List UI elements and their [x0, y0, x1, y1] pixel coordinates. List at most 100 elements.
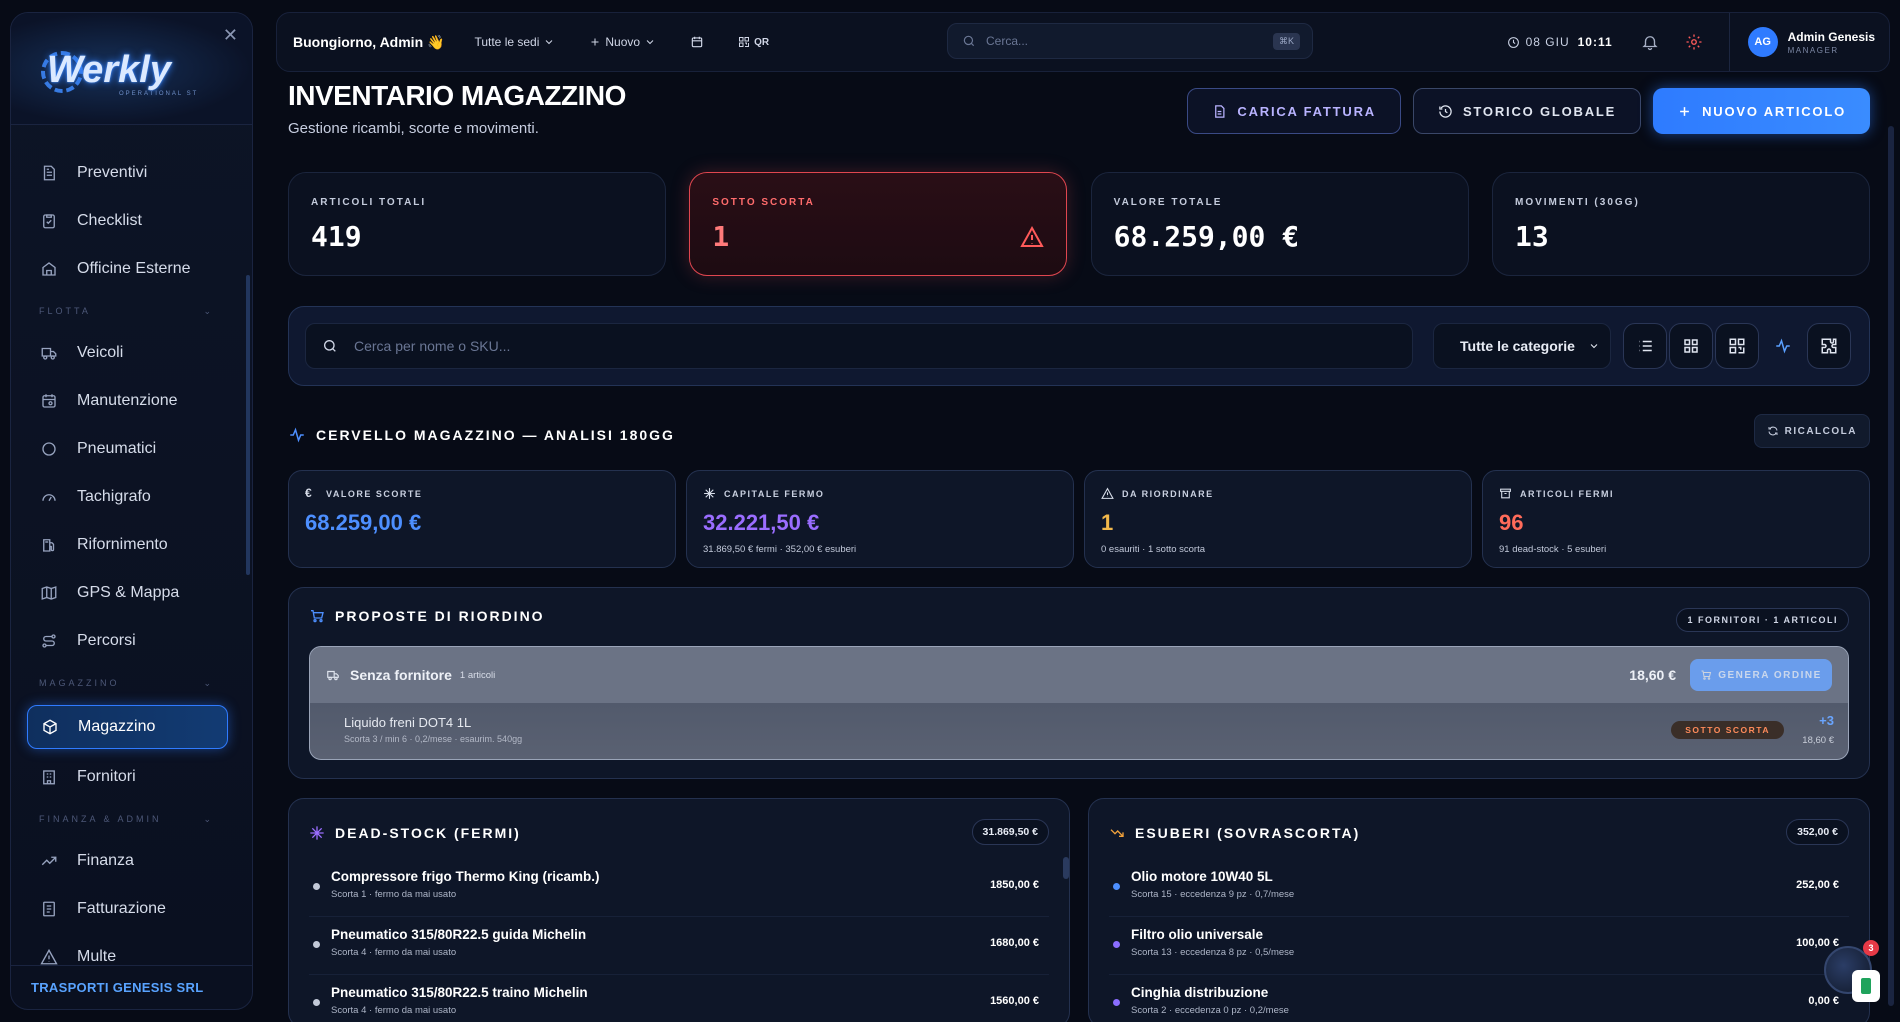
section-finanza[interactable]: FINANZA & ADMIN ⌄: [11, 801, 252, 837]
list-item[interactable]: Olio motore 10W40 5L Scorta 15 · ecceden…: [1109, 859, 1849, 917]
new-item-button[interactable]: NUOVO ARTICOLO: [1653, 88, 1870, 134]
warehouse-brain-header: CERVELLO MAGAZZINO — ANALISI 180GG RICAL…: [288, 414, 1870, 450]
archive-icon: [1500, 488, 1511, 499]
kpi-sub: 31.869,50 € fermi · 352,00 € esuberi: [703, 544, 857, 555]
sidebar-item-magazzino[interactable]: Magazzino: [27, 705, 228, 749]
item-search-input[interactable]: Cerca per nome o SKU...: [305, 323, 1413, 369]
trend-icon: [39, 851, 59, 871]
list-view-button[interactable]: [1623, 323, 1667, 369]
calendar-button[interactable]: [686, 35, 708, 49]
calendar-tool-icon: [39, 391, 59, 411]
close-icon[interactable]: ✕: [223, 25, 238, 46]
plus-icon: [1680, 106, 1689, 116]
kpi-frozen-capital: CAPITALE FERMO 32.221,50 € 31.869,50 € f…: [686, 470, 1074, 568]
topbar: Buongiorno, Admin 👋 Tutte le sedi Nuovo …: [276, 12, 1890, 72]
time-text: 10:11: [1577, 35, 1613, 49]
global-history-button[interactable]: STORICO GLOBALE: [1412, 88, 1642, 134]
sidebar-item-pneumatici[interactable]: Pneumatici: [11, 425, 252, 473]
qr-scan-button[interactable]: [1715, 323, 1759, 369]
sidebar-item-fornitori[interactable]: Fornitori: [11, 753, 252, 801]
stat-low-stock[interactable]: SOTTO SCORTA 1: [689, 172, 1068, 276]
stat-label: ARTICOLI TOTALI: [311, 197, 427, 208]
brain-kpis: € VALORE SCORTE 68.259,00 € CAPITALE FER…: [288, 470, 1870, 568]
document-icon: [1215, 104, 1225, 118]
sidebar-item-manutenzione[interactable]: Manutenzione: [11, 377, 252, 425]
main-content: INVENTARIO MAGAZZINO Gestione ricambi, s…: [288, 80, 1870, 1022]
category-select[interactable]: Tutte le categorie: [1433, 323, 1611, 369]
company-name: TRASPORTI GENESIS SRL: [11, 965, 252, 1009]
list-item[interactable]: Filtro olio universale Scorta 13 · ecced…: [1109, 917, 1849, 975]
list-item[interactable]: Liquido freni DOT4 1L Scorta 3 / min 6 ·…: [310, 703, 1848, 759]
item-meta: Scorta 1 · fermo da mai usato: [331, 889, 457, 900]
search-placeholder: Cerca...: [986, 34, 1029, 48]
item-value: 0,00 €: [1808, 995, 1839, 1007]
panel-scrollbar[interactable]: [1063, 857, 1069, 879]
sidebar-item-label: Finanza: [77, 852, 134, 869]
section-label: FLOTTA: [39, 306, 91, 316]
warning-icon: [39, 947, 59, 967]
sidebar-item-checklist[interactable]: Checklist: [11, 197, 252, 245]
reorder-item-qty: +3: [1819, 713, 1834, 728]
puzzle-icon: [1821, 338, 1837, 354]
status-badge: SOTTO SCORTA: [1671, 721, 1784, 739]
qr-icon: [1729, 338, 1745, 354]
supplier-header[interactable]: Senza fornitore 1 articoli 18,60 € GENER…: [310, 647, 1848, 703]
user-menu[interactable]: Admin Genesis MANAGER: [1788, 30, 1875, 55]
sidebar-item-fatturazione[interactable]: Fatturazione: [11, 885, 252, 933]
section-magazzino[interactable]: MAGAZZINO ⌄: [11, 665, 252, 701]
category-selected: Tutte le categorie: [1460, 338, 1575, 354]
kpi-stock-value: € VALORE SCORTE 68.259,00 €: [288, 470, 676, 568]
gear-icon[interactable]: [1685, 33, 1703, 51]
sidebar-item-preventivi[interactable]: Preventivi: [11, 149, 252, 197]
sidebar-item-veicoli[interactable]: Veicoli: [11, 329, 252, 377]
reorder-title: PROPOSTE DI RIORDINO: [309, 608, 545, 624]
sidebar-item-gps-mappa[interactable]: GPS & Mappa: [11, 569, 252, 617]
recalculate-button[interactable]: RICALCOLA: [1753, 414, 1870, 448]
brand-logo[interactable]: Werkly: [47, 49, 171, 92]
page-scrollbar[interactable]: [1888, 126, 1894, 1006]
section-flotta[interactable]: FLOTTA ⌄: [11, 293, 252, 329]
battery-icon: [1861, 978, 1871, 994]
sidebar-item-percorsi[interactable]: Percorsi: [11, 617, 252, 665]
item-name: Compressore frigo Thermo King (ricamb.): [331, 869, 600, 884]
chevron-down-icon: [646, 40, 654, 45]
kpi-label-text: VALORE SCORTE: [326, 488, 423, 499]
item-meta: Scorta 2 · eccedenza 0 pz · 0,2/mese: [1131, 1005, 1289, 1016]
sidebar-item-label: Tachigrafo: [77, 488, 151, 505]
new-menu-button[interactable]: Nuovo: [585, 35, 660, 49]
qr-button[interactable]: QR: [734, 36, 769, 48]
list-item[interactable]: Compressore frigo Thermo King (ricamb.) …: [309, 859, 1049, 917]
list-item[interactable]: Cinghia distribuzione Scorta 2 · ecceden…: [1109, 975, 1849, 1022]
list-item[interactable]: Pneumatico 315/80R22.5 traino Michelin S…: [309, 975, 1049, 1022]
sidebar-item-tachigrafo[interactable]: Tachigrafo: [11, 473, 252, 521]
list-item[interactable]: Pneumatico 315/80R22.5 guida Michelin Sc…: [309, 917, 1049, 975]
generate-order-button[interactable]: GENERA ORDINE: [1690, 659, 1832, 691]
sidebar-item-finanza[interactable]: Finanza: [11, 837, 252, 885]
activity-icon: [1776, 338, 1790, 354]
item-value: 1680,00 €: [990, 937, 1039, 949]
bell-icon[interactable]: [1641, 33, 1659, 51]
reorder-item-meta: Scorta 3 / min 6 · 0,2/mese · esaurim. 5…: [344, 734, 523, 744]
support-widget-button[interactable]: [1852, 970, 1880, 1002]
sidebar-scrollbar[interactable]: [246, 275, 250, 575]
avatar[interactable]: AG: [1747, 27, 1778, 57]
global-search-input[interactable]: Cerca... ⌘K: [947, 23, 1313, 59]
sidebar-item-rifornimento[interactable]: Rifornimento: [11, 521, 252, 569]
sidebar: Werkly OPERATIONAL ST ✕ Preventivi Check…: [10, 12, 253, 1010]
search-icon: [963, 35, 975, 47]
reorder-summary-badge: 1 FORNITORI · 1 ARTICOLI: [1676, 608, 1849, 632]
panel-total-badge: 31.869,50 €: [971, 819, 1049, 845]
item-meta: Scorta 15 · eccedenza 9 pz · 0,7/mese: [1131, 889, 1295, 900]
list-icon: [1639, 340, 1652, 352]
sidebar-item-label: Checklist: [77, 212, 142, 229]
grid-view-button[interactable]: [1669, 323, 1713, 369]
clock: 08 GIU 10:11: [1507, 35, 1613, 49]
supplier-group[interactable]: Senza fornitore 1 articoli 18,60 € GENER…: [309, 646, 1849, 760]
upload-invoice-button[interactable]: CARICA FATTURA: [1187, 88, 1401, 134]
brand-subtitle: OPERATIONAL ST: [119, 91, 199, 97]
location-filter[interactable]: Tutte le sedi: [474, 35, 559, 49]
sidebar-item-officine-esterne[interactable]: Officine Esterne: [11, 245, 252, 293]
parts-button[interactable]: [1807, 323, 1851, 369]
analytics-button[interactable]: [1761, 323, 1805, 369]
kpi-label-text: CAPITALE FERMO: [724, 488, 825, 499]
